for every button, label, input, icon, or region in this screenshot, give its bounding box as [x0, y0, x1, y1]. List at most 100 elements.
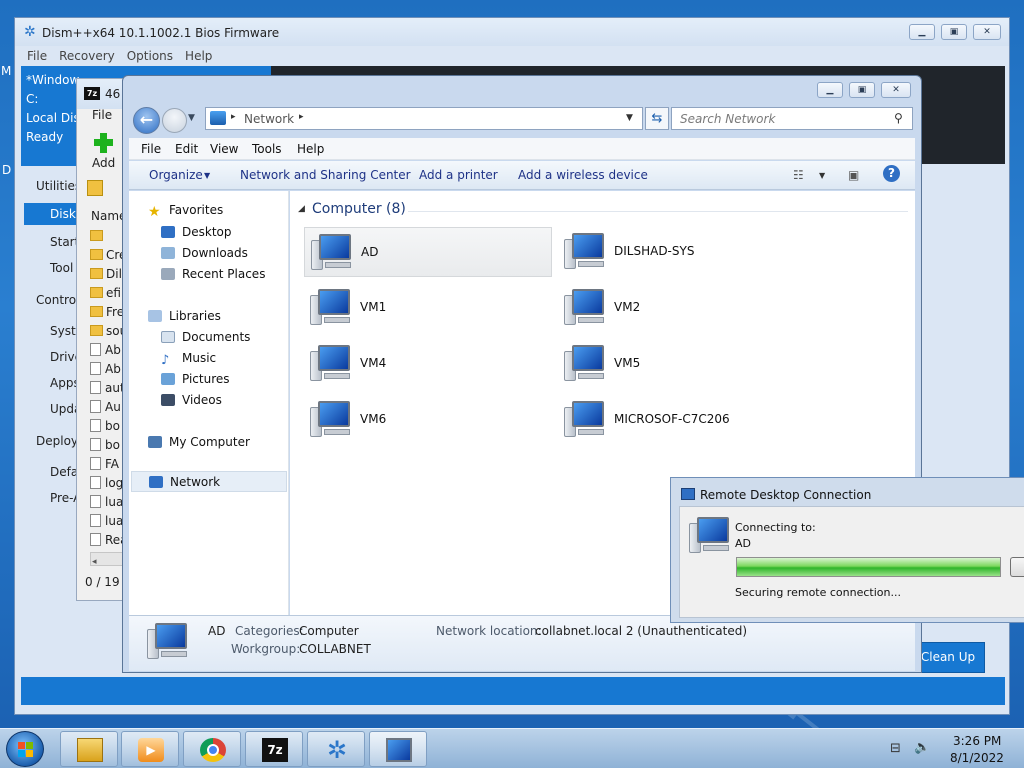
menu-options[interactable]: Options [127, 49, 173, 63]
menu-help[interactable]: Help [297, 142, 324, 156]
address-bar[interactable]: ▸ Network ▸ ▼ [205, 107, 643, 130]
nav-tool[interactable]: Tool [50, 261, 73, 275]
nav-favorites[interactable]: ★ Favorites [148, 203, 223, 220]
add-button[interactable] [92, 131, 116, 155]
nav-utilities[interactable]: Utilities [36, 179, 81, 193]
nav-libraries[interactable]: Libraries [148, 309, 221, 323]
computer-item[interactable]: VM6 [304, 395, 552, 445]
back-button[interactable]: ← [133, 107, 160, 134]
connection-status: Securing remote connection... [735, 586, 901, 599]
breadcrumb-network[interactable]: Network [244, 112, 294, 126]
explorer-maximize-button[interactable]: ▣ [849, 82, 875, 98]
network-tray-icon[interactable]: ⊟ [890, 741, 901, 756]
file-icon [90, 495, 101, 508]
menu-file[interactable]: File [27, 49, 47, 63]
start-button[interactable] [6, 731, 44, 767]
nav-control[interactable]: Control [36, 293, 79, 307]
taskbar-explorer-button[interactable] [60, 731, 118, 767]
explorer-minimize-button[interactable]: ▁ [817, 82, 843, 98]
computer-item[interactable]: VM1 [304, 283, 552, 333]
nav-recent-places[interactable]: Recent Places [161, 267, 265, 281]
list-item-label: bo [105, 419, 120, 433]
sevenzip-menu-file[interactable]: File [92, 108, 112, 122]
windows-logo-icon [18, 742, 25, 749]
explorer-close-button[interactable]: ✕ [881, 82, 911, 98]
taskbar-dism-button[interactable]: ✲ [307, 731, 365, 767]
group-header[interactable]: Computer (8) [312, 201, 406, 217]
nav-defaults[interactable]: Defa [50, 465, 78, 479]
list-item-label: FA [105, 457, 120, 471]
address-dropdown-icon[interactable]: ▼ [626, 113, 633, 123]
downloads-icon [161, 247, 175, 259]
minimize-button[interactable]: ▁ [909, 24, 935, 40]
computer-item[interactable]: VM5 [558, 339, 806, 389]
refresh-button[interactable]: ⇆ [645, 107, 669, 130]
nav-videos[interactable]: Videos [161, 393, 222, 407]
navigation-pane: ★ Favorites Desktop Downloads Recent Plac… [129, 191, 289, 615]
taskbar-remote-desktop-button[interactable] [369, 731, 427, 767]
list-item-label: Dil [106, 267, 122, 281]
add-wireless-device-button[interactable]: Add a wireless device [518, 168, 648, 182]
search-input[interactable]: Search Network ⚲ [671, 107, 913, 130]
maximize-button[interactable]: ▣ [941, 24, 967, 40]
recent-pages-dropdown-icon[interactable]: ▼ [188, 113, 195, 123]
network-sharing-center-button[interactable]: Network and Sharing Center [240, 168, 411, 182]
menu-tools[interactable]: Tools [252, 142, 282, 156]
dism-titlebar[interactable]: ✲ Dism++x64 10.1.1002.1 Bios Firmware ▁ … [15, 18, 1009, 46]
volume-icon[interactable]: 🔈 [914, 740, 930, 755]
add-label: Add [92, 156, 116, 170]
up-folder-icon[interactable] [87, 180, 103, 196]
nav-pictures[interactable]: Pictures [161, 372, 230, 386]
file-icon [90, 343, 101, 356]
chrome-icon [200, 738, 226, 762]
recent-places-icon [161, 268, 175, 280]
clock-time[interactable]: 3:26 PM [953, 734, 1001, 748]
nav-my-computer[interactable]: My Computer [148, 435, 250, 449]
computer-item[interactable]: VM4 [304, 339, 552, 389]
session-drive: C: [26, 92, 39, 106]
taskbar-7zip-button[interactable]: 7z [245, 731, 303, 767]
taskbar-media-player-button[interactable]: ▶ [121, 731, 179, 767]
computer-icon [564, 233, 604, 271]
clock-date[interactable]: 8/1/2022 [950, 751, 1004, 765]
taskbar-chrome-button[interactable] [183, 731, 241, 767]
breadcrumb-chevron-icon[interactable]: ▸ [231, 112, 236, 122]
list-item-label: lua [105, 495, 124, 509]
change-view-icon[interactable]: ☷ [793, 168, 804, 182]
computer-item[interactable]: MICROSOF-C7C206 [558, 395, 806, 445]
gear-icon: ✲ [326, 736, 348, 764]
breadcrumb-chevron-icon[interactable]: ▸ [299, 112, 304, 122]
nav-desktop[interactable]: Desktop [161, 225, 232, 239]
preview-pane-icon[interactable]: ▣ [848, 168, 859, 182]
details-categories-label: Categories: [235, 624, 304, 638]
nav-deploy[interactable]: Deploy [36, 434, 78, 448]
list-item-label: bo [105, 438, 120, 452]
computer-item[interactable]: VM2 [558, 283, 806, 333]
menu-help[interactable]: Help [185, 49, 212, 63]
add-printer-button[interactable]: Add a printer [419, 168, 498, 182]
menu-recovery[interactable]: Recovery [59, 49, 115, 63]
collapse-group-icon[interactable]: ◢ [298, 204, 305, 214]
search-icon[interactable]: ⚲ [894, 111, 903, 125]
dism-status-bar [21, 677, 1005, 705]
menu-view[interactable]: View [210, 142, 238, 156]
organize-button[interactable]: Organize [149, 168, 203, 182]
nav-network[interactable]: Network [131, 471, 287, 492]
close-button[interactable]: ✕ [973, 24, 1001, 40]
nav-documents[interactable]: Documents [161, 330, 250, 344]
view-dropdown-icon[interactable]: ▼ [819, 171, 825, 180]
menu-edit[interactable]: Edit [175, 142, 198, 156]
cancel-button[interactable] [1010, 557, 1024, 577]
nav-downloads[interactable]: Downloads [161, 246, 248, 260]
computer-item[interactable]: AD [304, 227, 552, 277]
explorer-navigation-bar: ← ▼ ▸ Network ▸ ▼ ⇆ Search Network ⚲ [129, 104, 915, 136]
nav-start[interactable]: Start [50, 235, 79, 249]
clean-up-button[interactable]: Clean Up [911, 642, 985, 673]
forward-button[interactable] [162, 108, 187, 133]
computer-label: VM5 [614, 356, 641, 370]
nav-music[interactable]: ♪ Music [161, 351, 216, 368]
menu-file[interactable]: File [141, 142, 161, 156]
help-icon[interactable]: ? [883, 165, 900, 182]
computer-item[interactable]: DILSHAD-SYS [558, 227, 806, 277]
sevenzip-icon: 7z [262, 738, 288, 762]
